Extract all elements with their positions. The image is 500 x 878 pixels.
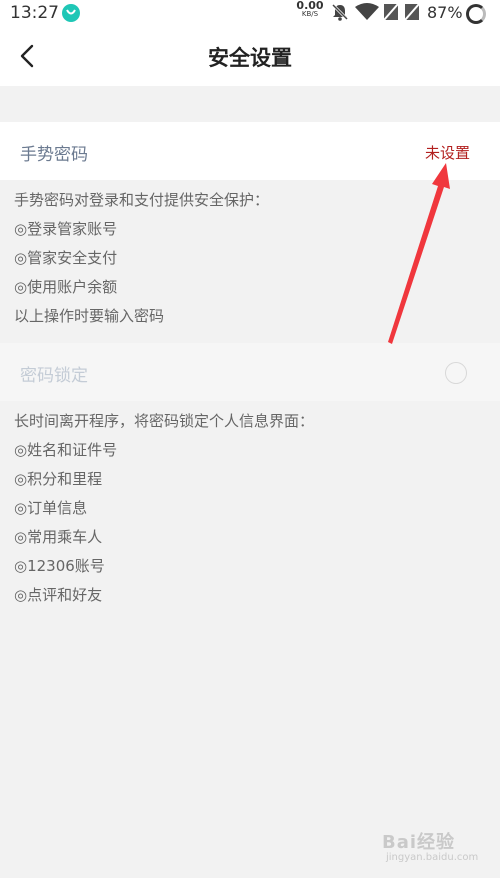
lock-desc-line: ◎点评和好友	[14, 586, 103, 604]
app-notification-icon	[62, 4, 80, 22]
gesture-desc-line: ◎使用账户余额	[14, 278, 118, 296]
gesture-desc-line: ◎管家安全支付	[14, 249, 118, 267]
watermark-title: Bai经验	[382, 832, 456, 853]
status-time: 13:27	[10, 3, 59, 23]
gesture-desc-line: ◎登录管家账号	[14, 220, 118, 238]
net-speed: 0.00 KB/S	[296, 0, 324, 19]
lock-desc-line: ◎积分和里程	[14, 470, 103, 488]
status-bar: 13:27 0.00 KB/S 87%	[0, 0, 500, 26]
header-bar: 安全设置	[0, 26, 500, 86]
gesture-desc-line: 手势密码对登录和支付提供安全保护：	[14, 191, 270, 209]
no-sim-icon	[383, 3, 399, 21]
lock-desc-line: 长时间离开程序，将密码锁定个人信息界面：	[14, 412, 315, 430]
wifi-icon	[355, 3, 379, 20]
battery-percent: 87%	[427, 3, 463, 22]
watermark-url: jingyan.baidu.com	[386, 852, 479, 863]
gesture-password-status[interactable]: 未设置	[425, 142, 470, 163]
net-speed-value: 0.00	[296, 0, 324, 12]
lock-description: 长时间离开程序，将密码锁定个人信息界面： ◎姓名和证件号 ◎积分和里程 ◎订单信…	[14, 407, 314, 610]
battery-ring-icon	[466, 4, 486, 24]
gesture-password-row[interactable]: 手势密码 未设置	[0, 122, 500, 180]
gesture-desc-line: 以上操作时要输入密码	[14, 307, 165, 325]
gesture-description: 手势密码对登录和支付提供安全保护： ◎登录管家账号 ◎管家安全支付 ◎使用账户余…	[14, 186, 269, 331]
mute-bell-icon	[331, 3, 349, 21]
lock-desc-line: ◎姓名和证件号	[14, 441, 118, 459]
gesture-password-label: 手势密码	[20, 145, 88, 165]
password-lock-label: 密码锁定	[20, 366, 88, 386]
lock-desc-line: ◎常用乘车人	[14, 528, 103, 546]
lock-desc-line: ◎订单信息	[14, 499, 88, 517]
lock-desc-line: ◎12306账号	[14, 557, 105, 575]
no-sim-icon	[404, 3, 420, 21]
baidu-jingyan-watermark: Bai经验 jingyan.baidu.com	[382, 822, 492, 868]
password-lock-toggle[interactable]	[445, 362, 467, 384]
password-lock-row: 密码锁定	[0, 343, 500, 401]
page-title: 安全设置	[208, 46, 292, 70]
